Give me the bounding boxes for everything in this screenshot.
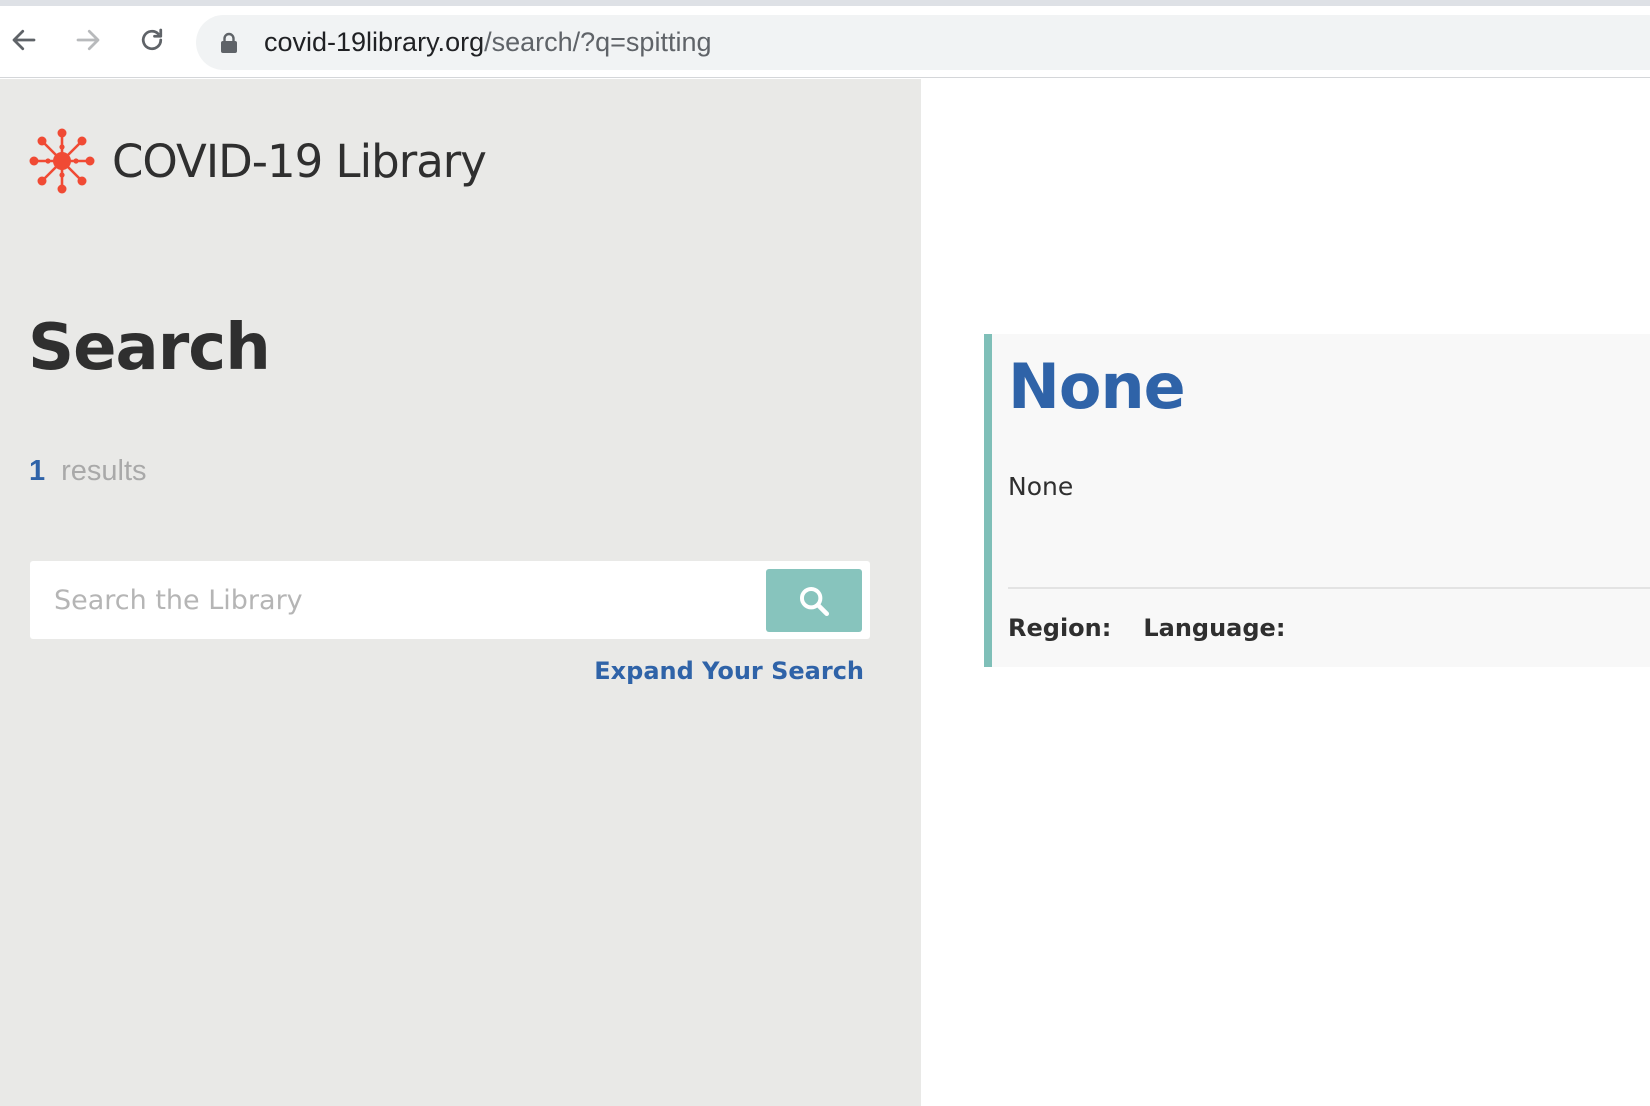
arrow-right-icon (76, 29, 100, 51)
result-divider (1008, 587, 1650, 589)
search-sidebar: COVID-19 Library Search 1 results Expand … (0, 79, 921, 1106)
search-result-card: None None Region: Language: (984, 334, 1650, 667)
lock-icon (221, 32, 237, 53)
address-bar[interactable]: covid-19library.org/search/?q=spitting (196, 15, 1650, 70)
search-form (30, 561, 870, 639)
url-path: /search/?q=spitting (484, 27, 712, 57)
back-button[interactable] (6, 22, 42, 58)
results-count: 1 (29, 455, 46, 487)
forward-button[interactable] (70, 22, 106, 58)
tab-strip-edge (0, 0, 1650, 6)
url-host: covid-19library.org (264, 27, 485, 57)
region-label: Region: (1008, 614, 1112, 642)
browser-toolbar: covid-19library.org/search/?q=spitting (0, 0, 1650, 78)
reload-button[interactable] (134, 22, 170, 58)
site-logo[interactable]: COVID-19 Library (28, 127, 487, 195)
virus-logo-icon (29, 128, 95, 194)
language-label: Language: (1143, 614, 1286, 642)
page-title: Search (28, 311, 271, 385)
site-name: COVID-19 Library (112, 134, 487, 188)
search-icon (799, 586, 830, 616)
result-meta: Region: Language: (1008, 614, 1285, 642)
result-description: None (1008, 472, 1074, 501)
results-label: results (61, 455, 147, 487)
arrow-left-icon (12, 29, 36, 51)
expand-search-link[interactable]: Expand Your Search (0, 657, 864, 685)
url-text[interactable]: covid-19library.org/search/?q=spitting (264, 25, 711, 60)
search-input[interactable] (30, 561, 760, 639)
results-summary: 1 results (29, 455, 147, 488)
reload-icon (141, 28, 163, 51)
search-button[interactable] (766, 569, 862, 632)
result-title[interactable]: None (1008, 350, 1186, 423)
